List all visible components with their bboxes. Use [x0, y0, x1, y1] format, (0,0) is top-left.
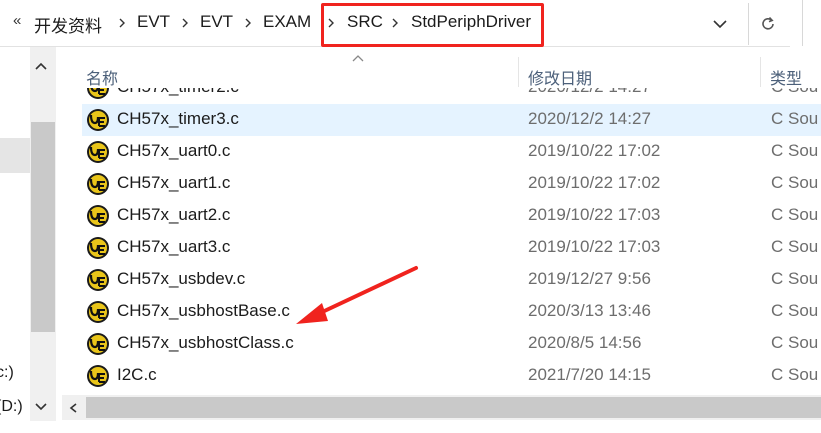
- file-date: 2019/10/22 17:02: [528, 141, 661, 160]
- file-date: 2020/8/5 14:56: [528, 333, 642, 352]
- file-type: C Sou: [771, 365, 819, 384]
- chevron-left-icon[interactable]: [68, 401, 80, 419]
- breadcrumb-item-3[interactable]: EXAM: [263, 12, 311, 32]
- nav-item-c-drive[interactable]: c:): [0, 364, 14, 382]
- chevron-right-icon[interactable]: [242, 17, 254, 29]
- horizontal-scrollbar-thumb[interactable]: [86, 397, 821, 418]
- file-row[interactable]: CH57x_usbhostBase.c 2020/3/13 13:46 C So…: [82, 296, 821, 328]
- c-source-file-icon: [87, 205, 109, 227]
- file-row[interactable]: CH57x_uart2.c 2019/10/22 17:03 C Sou: [82, 200, 821, 232]
- highlight-box: [321, 3, 544, 47]
- nav-selected-item[interactable]: [0, 138, 30, 173]
- file-row[interactable]: CH57x_uart3.c 2019/10/22 17:03 C Sou: [82, 232, 821, 264]
- sort-ascending-icon: [351, 50, 365, 68]
- breadcrumb-item-1[interactable]: EVT: [137, 12, 170, 32]
- file-name: I2C.c: [117, 365, 157, 384]
- file-name: CH57x_uart1.c: [117, 173, 231, 192]
- file-row-selected[interactable]: CH57x_timer3.c 2020/12/2 14:27 C Sou: [82, 104, 821, 136]
- c-source-file-icon: [87, 88, 109, 99]
- file-name: CH57x_timer2.c: [117, 88, 239, 97]
- column-header: 名称 修改日期 类型: [62, 47, 821, 89]
- c-source-file-icon: [87, 141, 109, 163]
- file-row[interactable]: CH57x_uart0.c 2019/10/22 17:02 C Sou: [82, 136, 821, 168]
- file-type: C Sou: [771, 109, 819, 128]
- file-type: C Sou: [771, 269, 819, 288]
- file-name: CH57x_usbhostBase.c: [117, 301, 290, 320]
- breadcrumb-item-2[interactable]: EVT: [200, 12, 233, 32]
- breadcrumb-item-0[interactable]: 开发资料: [34, 12, 102, 37]
- horizontal-scrollbar[interactable]: [62, 395, 821, 420]
- file-type: C Sou: [771, 88, 818, 97]
- file-name: CH57x_usbhostClass.c: [117, 333, 294, 352]
- chevron-down-icon[interactable]: [34, 399, 48, 418]
- file-name: CH57x_uart0.c: [117, 141, 231, 160]
- c-source-file-icon: [87, 237, 109, 259]
- file-date: 2020/12/2 14:27: [528, 109, 651, 128]
- file-name: CH57x_uart3.c: [117, 237, 231, 256]
- chevron-down-icon[interactable]: [712, 16, 728, 32]
- column-date[interactable]: 修改日期: [528, 65, 592, 89]
- file-type: C Sou: [771, 301, 819, 320]
- c-source-file-icon: [87, 365, 109, 387]
- c-source-file-icon: [87, 269, 109, 291]
- c-source-file-icon: [87, 301, 109, 323]
- file-name: CH57x_timer3.c: [117, 109, 239, 128]
- file-date: 2021/7/20 14:15: [528, 365, 651, 384]
- column-divider[interactable]: [518, 57, 519, 87]
- file-type: C Sou: [771, 173, 819, 192]
- file-type: C Sou: [771, 333, 819, 352]
- file-row[interactable]: CH57x_timer2.c 2020/12/2 14:27 C Sou: [82, 88, 821, 104]
- file-date: 2020/3/13 13:46: [528, 301, 651, 320]
- file-date: 2019/12/27 9:56: [528, 269, 651, 288]
- nav-item-d-drive[interactable]: (D:): [0, 398, 23, 416]
- c-source-file-icon: [87, 333, 109, 355]
- file-type: C Sou: [771, 205, 819, 224]
- file-date: 2019/10/22 17:03: [528, 205, 661, 224]
- file-type: C Sou: [771, 237, 819, 256]
- column-name[interactable]: 名称: [86, 65, 118, 89]
- file-row[interactable]: CH57x_usbdev.c 2019/12/27 9:56 C Sou: [82, 264, 821, 296]
- file-name: CH57x_uart2.c: [117, 205, 231, 224]
- file-row[interactable]: I2C.c 2021/7/20 14:15 C Sou: [82, 360, 821, 392]
- refresh-icon: [762, 16, 774, 30]
- file-row[interactable]: CH57x_usbhostClass.c 2020/8/5 14:56 C So…: [82, 328, 821, 360]
- column-divider[interactable]: [760, 57, 761, 87]
- file-date: 2019/10/22 17:02: [528, 173, 661, 192]
- c-source-file-icon: [87, 109, 109, 131]
- file-name: CH57x_usbdev.c: [117, 269, 246, 288]
- search-box[interactable]: [802, 0, 821, 46]
- chevron-right-icon[interactable]: [116, 17, 128, 29]
- nav-scrollbar-thumb[interactable]: [31, 122, 55, 332]
- breadcrumb-overflow[interactable]: «: [13, 12, 21, 29]
- chevron-up-icon[interactable]: [34, 60, 48, 79]
- navigation-pane: c:) (D:): [0, 47, 56, 433]
- refresh-button[interactable]: [748, 3, 787, 45]
- file-date: 2019/10/22 17:03: [528, 237, 661, 256]
- c-source-file-icon: [87, 173, 109, 195]
- file-type: C Sou: [771, 141, 819, 160]
- file-row[interactable]: CH57x_uart1.c 2019/10/22 17:02 C Sou: [82, 168, 821, 200]
- file-date: 2020/12/2 14:27: [528, 88, 651, 97]
- file-list: CH57x_timer2.c 2020/12/2 14:27 C Sou CH5…: [62, 88, 821, 394]
- column-type[interactable]: 类型: [770, 65, 802, 89]
- chevron-right-icon[interactable]: [179, 17, 191, 29]
